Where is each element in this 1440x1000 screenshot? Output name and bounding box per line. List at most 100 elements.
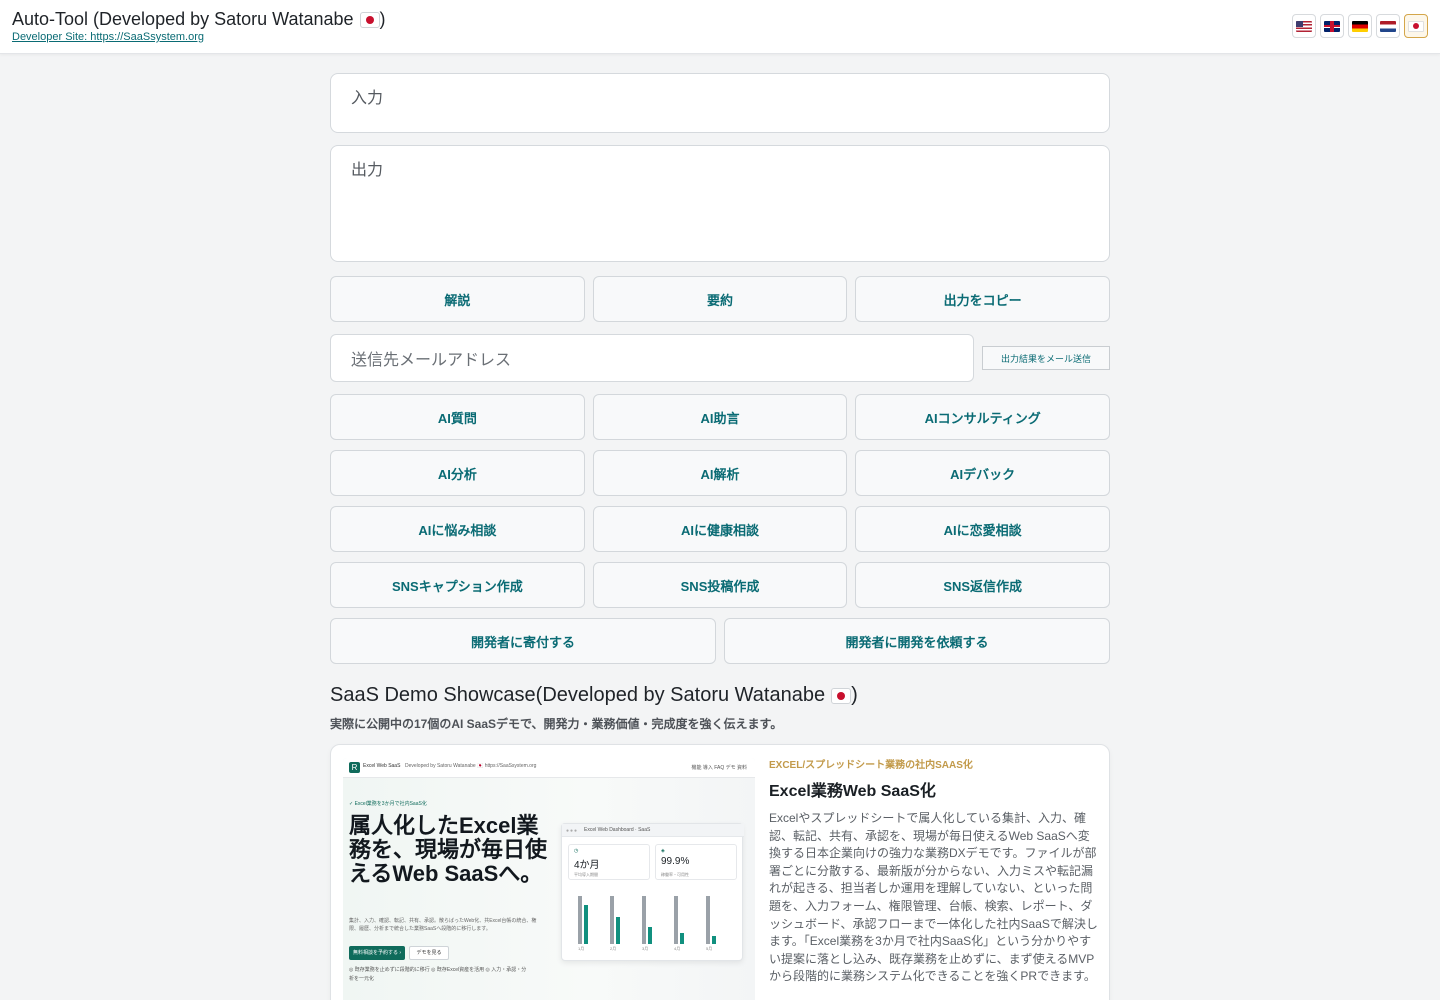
copy-output-button[interactable]: 出力をコピー xyxy=(855,276,1111,322)
app-title-text: Auto-Tool (Developed by Satoru Watanabe xyxy=(12,9,354,29)
language-switcher xyxy=(1292,14,1428,38)
language-button-en-gb[interactable] xyxy=(1320,14,1344,38)
ai-analysis-button[interactable]: AI分析 xyxy=(330,450,585,496)
email-row: 送信先メールアドレス 出力結果をメール送信 xyxy=(330,334,1110,382)
showcase-subtitle: 実際に公開中の17個のAI SaaSデモで、開発力・業務価値・完成度を強く伝えま… xyxy=(330,717,783,731)
summary-button[interactable]: 要約 xyxy=(592,276,848,322)
jp-flag-icon xyxy=(359,11,380,28)
ai-health-button[interactable]: AIに健康相談 xyxy=(592,506,848,552)
mini-bar xyxy=(712,935,716,944)
ai-button-row: AI質問 AI助言 AIコンサルティング xyxy=(330,394,1111,440)
card-text: EXCEL/スプレッドシート業務の社内SAAS化 Excel業務Web SaaS… xyxy=(769,756,1099,986)
showcase-title-suffix: ) xyxy=(851,684,858,706)
card-description: Excelやスプレッドシートで属人化している集計、入力、確認、転記、共有、承認を… xyxy=(769,811,1098,984)
screenshot-tag: ✓ Excel業務を3か月で社内SaaS化 xyxy=(349,801,427,807)
main-content: 入力 出力 解説 要約 出力をコピー 送信先メールアドレス 出力結果をメール送信… xyxy=(330,73,1111,1000)
mini-bar xyxy=(610,896,614,944)
demo-screenshot: R Excel Web SaaS Developed by Satoru Wat… xyxy=(343,758,755,1000)
screenshot-body: 集計、入力、確認、転記、共有、承認。散らばったWeb化、共Excel台帳の統合、… xyxy=(349,918,537,932)
donate-button[interactable]: 開発者に寄付する xyxy=(330,618,716,664)
kpi-card: ◈ 99.9% 稼働率・可用性 xyxy=(655,844,737,880)
screenshot-brand: Excel Web SaaS xyxy=(363,763,401,769)
language-button-de[interactable] xyxy=(1348,14,1372,38)
mini-bar-label: 1月 xyxy=(578,946,585,951)
ai-worry-button[interactable]: AIに悩み相談 xyxy=(330,506,585,552)
app-title: Auto-Tool (Developed by Satoru Watanabe … xyxy=(12,9,386,30)
nl-flag-icon xyxy=(1380,20,1396,32)
ai-button-row: AIに悩み相談 AIに健康相談 AIに恋愛相談 xyxy=(330,506,1111,552)
mini-bar xyxy=(674,896,678,944)
sns-caption-button[interactable]: SNSキャプション作成 xyxy=(330,562,585,608)
mini-bar xyxy=(680,932,684,944)
mini-bar xyxy=(584,904,588,944)
de-flag-icon xyxy=(1352,20,1368,32)
card-title: Excel業務Web SaaS化 xyxy=(769,783,936,800)
send-email-button[interactable]: 出力結果をメール送信 xyxy=(982,346,1110,370)
sns-reply-button[interactable]: SNS返信作成 xyxy=(855,562,1111,608)
ai-advice-button[interactable]: AI助言 xyxy=(592,394,848,440)
screenshot-bullets: ◎ 既存業務を止めずに段階的に移行 ◎ 既存Excel資産を活用 ◎ 入力・承認… xyxy=(349,967,527,982)
mini-bar xyxy=(578,896,582,944)
mini-bar-label: 4月 xyxy=(674,946,681,951)
mini-bar-chart xyxy=(576,888,736,944)
kpi-label: 稼働率・可用性 xyxy=(661,872,689,877)
mini-bar xyxy=(706,896,710,944)
clock-icon: ◷ xyxy=(574,848,579,854)
email-placeholder: 送信先メールアドレス xyxy=(351,352,512,369)
mini-bar xyxy=(616,917,620,944)
screenshot-nav: 機能 導入 FAQ デモ 資料 xyxy=(691,765,747,771)
mini-bar-group xyxy=(674,888,690,944)
screenshot-dashboard: ●●● Excel Web Dashboard · SaaS ◷ 4か月 平均導… xyxy=(561,823,744,961)
ai-button-row: AI分析 AI解析 AIデバック xyxy=(330,450,1111,496)
screenshot-topbar: R Excel Web SaaS Developed by Satoru Wat… xyxy=(343,758,755,778)
mini-bar-label: 5月 xyxy=(706,946,713,951)
ai-love-button[interactable]: AIに恋愛相談 xyxy=(855,506,1111,552)
mini-bar-group xyxy=(706,888,722,944)
dashboard-title: Excel Web Dashboard · SaaS xyxy=(584,827,651,833)
mini-bar xyxy=(642,896,646,944)
ai-debug-button[interactable]: AIデバック xyxy=(855,450,1111,496)
explain-button[interactable]: 解説 xyxy=(330,276,585,322)
language-button-en-us[interactable] xyxy=(1292,14,1316,38)
ai-consulting-button[interactable]: AIコンサルティング xyxy=(855,394,1111,440)
jp-flag-icon xyxy=(1408,20,1424,32)
gb-flag-icon xyxy=(1324,20,1340,32)
mini-bar-group xyxy=(578,888,594,944)
dashboard-bar: ●●● Excel Web Dashboard · SaaS xyxy=(562,824,744,837)
app-title-suffix: ) xyxy=(379,9,386,29)
showcase-title-text: SaaS Demo Showcase(Developed by Satoru W… xyxy=(330,684,826,706)
ai-question-button[interactable]: AI質問 xyxy=(330,394,585,440)
kpi-value: 4か月 xyxy=(574,860,600,871)
mini-bar-group xyxy=(610,888,626,944)
mini-bar-label: 3月 xyxy=(642,946,649,951)
window-dots-icon: ●●● xyxy=(566,828,579,834)
screenshot-cta: 無料相談を予約する › xyxy=(349,946,405,960)
jp-flag-icon xyxy=(831,687,852,704)
input-placeholder: 入力 xyxy=(351,90,384,107)
showcase-title: SaaS Demo Showcase(Developed by Satoru W… xyxy=(330,684,1110,707)
kpi-card: ◷ 4か月 平均導入期間 xyxy=(568,844,650,880)
sns-post-button[interactable]: SNS投稿作成 xyxy=(592,562,848,608)
kpi-value: 99.9% xyxy=(661,856,690,867)
output-textarea[interactable]: 出力 xyxy=(330,145,1110,262)
output-placeholder: 出力 xyxy=(351,162,384,179)
ai-parse-button[interactable]: AI解析 xyxy=(592,450,848,496)
mini-bar-label: 2月 xyxy=(610,946,617,951)
input-textarea[interactable]: 入力 xyxy=(330,73,1110,133)
language-button-ja[interactable] xyxy=(1404,14,1428,38)
developer-site-link[interactable]: Developer Site: https://SaaSsystem.org xyxy=(12,31,204,43)
language-button-nl[interactable] xyxy=(1376,14,1400,38)
screenshot-headline: 属人化したExcel業務を、現場が毎日使えるWeb SaaSへ。 xyxy=(349,813,548,886)
mini-bar-group xyxy=(642,888,658,944)
screenshot-cta-secondary: デモを見る xyxy=(409,946,449,960)
email-input[interactable]: 送信先メールアドレス xyxy=(330,334,974,382)
request-development-button[interactable]: 開発者に開発を依頼する xyxy=(724,618,1110,664)
kpi-label: 平均導入期間 xyxy=(574,872,598,877)
sns-button-row: SNSキャプション作成 SNS投稿作成 SNS返信作成 xyxy=(330,562,1111,608)
shield-icon: ◈ xyxy=(661,848,665,854)
card-category: EXCEL/スプレッドシート業務の社内SAAS化 xyxy=(769,760,973,771)
showcase-card[interactable]: R Excel Web SaaS Developed by Satoru Wat… xyxy=(330,744,1110,1000)
screenshot-dev: Developed by Satoru Watanabe 🇯🇵 https://… xyxy=(405,763,537,769)
app-header: Auto-Tool (Developed by Satoru Watanabe … xyxy=(0,0,1440,54)
mini-bar xyxy=(648,927,652,944)
